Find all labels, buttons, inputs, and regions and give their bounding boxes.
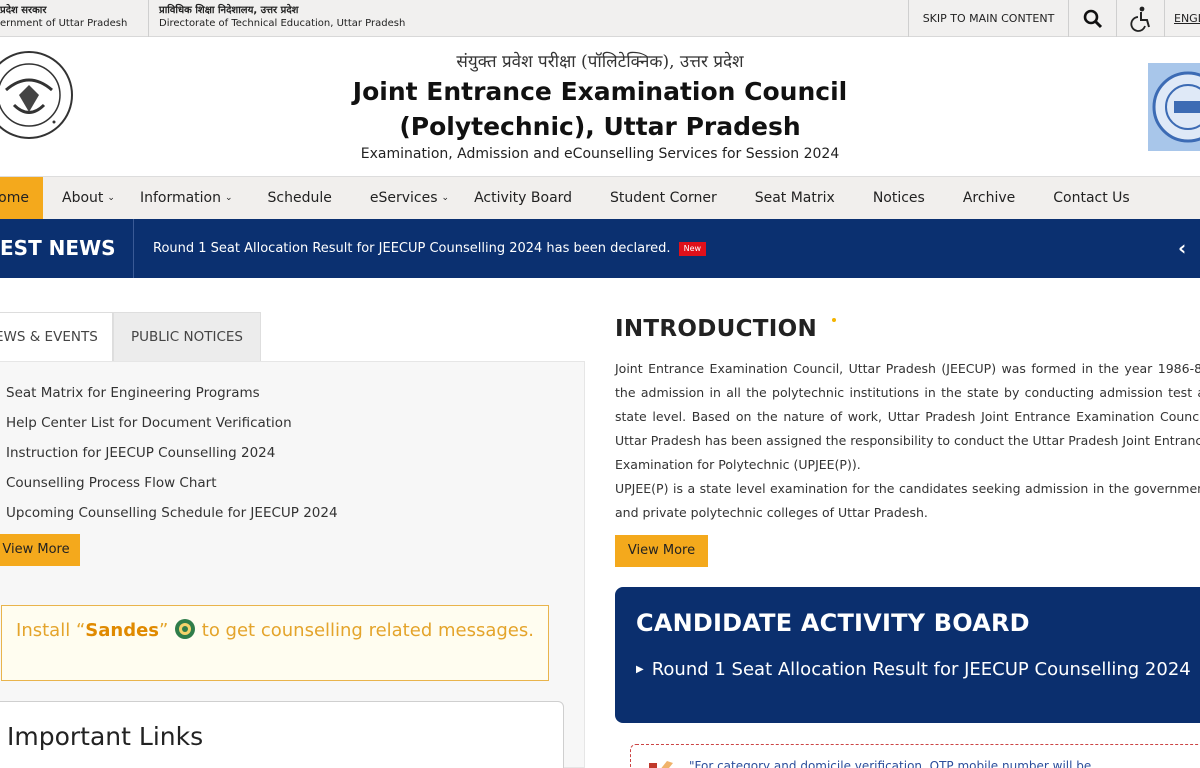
decorative-dot <box>832 318 836 322</box>
news-link-help-center[interactable]: Help Center List for Document Verificati… <box>6 408 338 438</box>
notice-icon <box>649 761 673 768</box>
install-text-post: ” <box>159 620 175 641</box>
skip-to-main-content-link[interactable]: SKIP TO MAIN CONTENT <box>908 0 1068 37</box>
nav-eservices-label: eServices <box>369 189 438 206</box>
triangle-right-icon: ▶ <box>636 664 644 675</box>
notice-box: "For category and domicile verification,… <box>630 744 1200 768</box>
news-ticker-item[interactable]: Round 1 Seat Allocation Result for JEECU… <box>153 219 707 278</box>
page-title-line1: Joint Entrance Examination Council <box>352 77 848 106</box>
search-button[interactable] <box>1068 0 1116 37</box>
latest-news-ticker: EST NEWS Round 1 Seat Allocation Result … <box>0 219 1200 278</box>
latest-news-label: EST NEWS <box>0 219 134 278</box>
nav-home-label: ome <box>0 189 29 206</box>
gov-line-english: ernment of Uttar Pradesh <box>0 18 128 29</box>
tab-public-notices[interactable]: PUBLIC NOTICES <box>113 312 261 361</box>
introduction-heading: INTRODUCTION <box>615 316 818 342</box>
nav-about[interactable]: About ⌄ <box>43 177 134 220</box>
accessibility-button[interactable] <box>1116 0 1164 37</box>
site-header: संयुक्त प्रवेश परीक्षा (पॉलिटेक्निक), उत… <box>0 37 1200 176</box>
sandes-app-name: Sandes <box>85 620 159 641</box>
news-view-more-button[interactable]: View More <box>0 534 80 566</box>
install-text-rest: to get counselling related messages. <box>196 620 534 641</box>
important-links-card: Important Links <box>0 701 564 768</box>
department-label: प्राविधिक शिक्षा निदेशालय, उत्तर प्रदेश … <box>148 0 405 37</box>
nav-student-corner-label: Student Corner <box>610 189 717 206</box>
page-subtitle: Examination, Admission and eCounselling … <box>360 146 840 162</box>
news-ticker-text: Round 1 Seat Allocation Result for JEECU… <box>153 241 671 256</box>
introduction-paragraph-1: Joint Entrance Examination Council, Utta… <box>615 361 1200 472</box>
introduction-text: Joint Entrance Examination Council, Utta… <box>615 357 1200 525</box>
nav-contact-us[interactable]: Contact Us <box>1034 177 1148 220</box>
nav-about-label: About <box>62 189 104 206</box>
dept-line-hindi: प्राविधिक शिक्षा निदेशालय, उत्तर प्रदेश <box>159 5 299 16</box>
gov-line-hindi: प्रदेश सरकार <box>0 5 47 16</box>
government-label: प्रदेश सरकार ernment of Uttar Pradesh <box>0 4 148 30</box>
sandes-app-icon <box>175 619 196 639</box>
nav-eservices[interactable]: eServices ⌄ <box>351 177 468 220</box>
search-icon <box>1083 9 1102 28</box>
activity-board-item-text: Round 1 Seat Allocation Result for JEECU… <box>651 659 1191 680</box>
jeecup-emblem-logo <box>1148 63 1200 151</box>
nav-home[interactable]: ome <box>0 176 43 220</box>
council-name-hindi: संयुक्त प्रवेश परीक्षा (पॉलिटेक्निक), उत… <box>456 52 744 72</box>
accessibility-icon <box>1129 6 1150 32</box>
nav-notices-label: Notices <box>872 189 925 206</box>
nav-student-corner[interactable]: Student Corner <box>591 177 736 220</box>
nav-schedule[interactable]: Schedule <box>252 177 351 220</box>
chevron-down-icon: ⌄ <box>441 192 450 203</box>
nav-information-label: Information <box>139 189 221 206</box>
nav-seat-matrix-label: Seat Matrix <box>754 189 835 206</box>
news-events-panel: Seat Matrix for Engineering Programs Hel… <box>0 361 585 768</box>
install-sandes-banner[interactable]: Install “Sandes” to get counselling rela… <box>1 605 549 681</box>
activity-board-heading: CANDIDATE ACTIVITY BOARD <box>636 609 1030 637</box>
tab-news-events[interactable]: EWS & EVENTS <box>0 312 113 361</box>
introduction-paragraph-2: UPJEE(P) is a state level examination fo… <box>615 481 1200 520</box>
nav-archive[interactable]: Archive <box>944 177 1034 220</box>
chevron-left-icon[interactable]: ‹ <box>1178 236 1186 260</box>
nav-activity-board-label: Activity Board <box>474 189 573 206</box>
chevron-down-icon: ⌄ <box>225 192 233 203</box>
news-link-schedule[interactable]: Upcoming Counselling Schedule for JEECUP… <box>6 498 338 528</box>
important-links-heading: Important Links <box>7 722 204 751</box>
dept-line-english: Directorate of Technical Education, Utta… <box>159 18 406 29</box>
top-utility-bar: प्रदेश सरकार ernment of Uttar Pradesh प्… <box>0 0 1200 37</box>
nav-information[interactable]: Information ⌄ <box>134 177 252 220</box>
nav-seat-matrix[interactable]: Seat Matrix <box>736 177 854 220</box>
nav-notices[interactable]: Notices <box>854 177 944 220</box>
nav-schedule-label: Schedule <box>267 189 332 206</box>
nav-archive-label: Archive <box>962 189 1016 206</box>
page-title-line2: (Polytechnic), Uttar Pradesh <box>399 112 801 141</box>
news-list: Seat Matrix for Engineering Programs Hel… <box>6 378 338 528</box>
install-text-pre: Install “ <box>16 620 86 641</box>
chevron-down-icon: ⌄ <box>107 192 115 203</box>
news-link-instruction[interactable]: Instruction for JEECUP Counselling 2024 <box>6 438 338 468</box>
nav-contact-us-label: Contact Us <box>1053 189 1130 206</box>
main-navigation: ome About ⌄ Information ⌄ Schedule eServic… <box>0 176 1200 220</box>
language-toggle-link[interactable]: ENGL <box>1164 0 1200 37</box>
activity-board-item[interactable]: ▶ Round 1 Seat Allocation Result for JEEC… <box>636 659 1191 680</box>
introduction-view-more-button[interactable]: View More <box>615 535 708 567</box>
news-link-seat-matrix[interactable]: Seat Matrix for Engineering Programs <box>6 378 338 408</box>
news-link-flow-chart[interactable]: Counselling Process Flow Chart <box>6 468 338 498</box>
candidate-activity-board: CANDIDATE ACTIVITY BOARD ▶ Round 1 Seat A… <box>615 587 1200 723</box>
new-badge: New <box>678 241 707 256</box>
nav-activity-board[interactable]: Activity Board <box>468 177 591 220</box>
notice-text: "For category and domicile verification,… <box>689 759 1107 768</box>
